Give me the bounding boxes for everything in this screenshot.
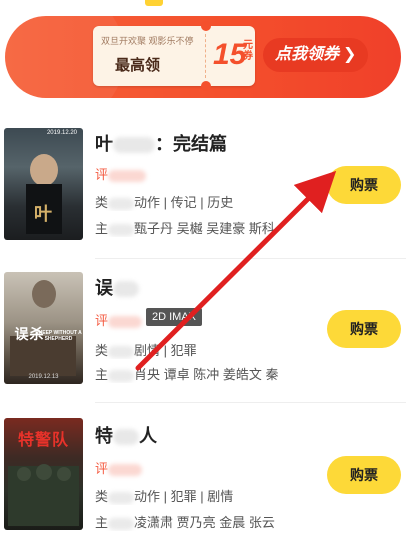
poster-date: 2019.12.13	[28, 374, 59, 380]
movie-genres: 类动作 | 犯罪 | 剧情	[95, 489, 234, 504]
buy-ticket-button[interactable]: 购票	[327, 166, 401, 204]
poster-date: 2019.12.20	[46, 130, 77, 136]
chevron-right-icon: ❯	[343, 46, 357, 63]
movie-poster[interactable]: 误杀 SHEEP WITHOUT A SHEPHERD 2019.12.13	[4, 272, 83, 384]
coupon-ticket: 双旦开欢聚 观影乐不停 最高领 15 元券	[93, 21, 255, 91]
poster-title: 叶	[34, 204, 53, 224]
format-badge: 2D IMAX	[146, 308, 203, 326]
movie-item[interactable]: 2019.12.20 叶 叶：完结篇 评 类动作 | 传记 | 历史 主甄子丹 …	[0, 128, 406, 268]
movie-title: 叶：完结篇	[95, 134, 227, 154]
list-divider	[95, 402, 406, 403]
buy-ticket-button[interactable]: 购票	[327, 456, 401, 494]
claim-coupon-label: 点我领券	[275, 46, 340, 63]
coupon-banner[interactable]: 双旦开欢聚 观影乐不停 最高领 15 元券 点我领券 ❯	[5, 16, 401, 98]
movie-title: 误	[95, 274, 139, 300]
movie-cast: 主肖央 谭卓 陈冲 姜皓文 秦	[95, 367, 279, 382]
poster-title: 特警队	[17, 432, 69, 449]
buy-ticket-button[interactable]: 购票	[327, 310, 401, 348]
banner-subtitle: 双旦开欢聚 观影乐不停	[101, 36, 194, 46]
movie-poster[interactable]: 特警队	[4, 418, 83, 530]
movie-item[interactable]: 特警队 特人 评 类动作 | 犯罪 | 剧情 主凌潇肃 贾乃亮 金晨 张云 购票	[0, 418, 406, 550]
banner-unit: 元券	[243, 40, 253, 62]
movie-score: 评	[95, 164, 147, 183]
banner-amount: 15	[213, 38, 247, 71]
movie-item[interactable]: 误杀 SHEEP WITHOUT A SHEPHERD 2019.12.13 误…	[0, 272, 406, 412]
movie-score: 评	[95, 458, 143, 477]
poster-subtitle: SHEEP WITHOUT A SHEPHERD	[35, 330, 82, 342]
movie-cast: 主甄子丹 吴樾 吴建豪 斯科	[95, 221, 275, 236]
movie-genres: 类动作 | 传记 | 历史	[95, 195, 234, 210]
poster-face	[32, 280, 56, 308]
active-tab-indicator	[145, 0, 163, 6]
poster-face	[30, 154, 58, 186]
movie-poster[interactable]: 2019.12.20 叶	[4, 128, 83, 240]
claim-coupon-button[interactable]: 点我领券 ❯	[263, 38, 369, 72]
movie-title: 特人	[95, 426, 157, 446]
banner-main-label: 最高领	[115, 57, 161, 74]
movie-score: 评	[95, 310, 143, 329]
movie-genres: 类剧情 | 犯罪	[95, 343, 197, 358]
list-divider	[95, 258, 406, 259]
movie-cast: 主凌潇肃 贾乃亮 金晨 张云	[95, 515, 275, 530]
